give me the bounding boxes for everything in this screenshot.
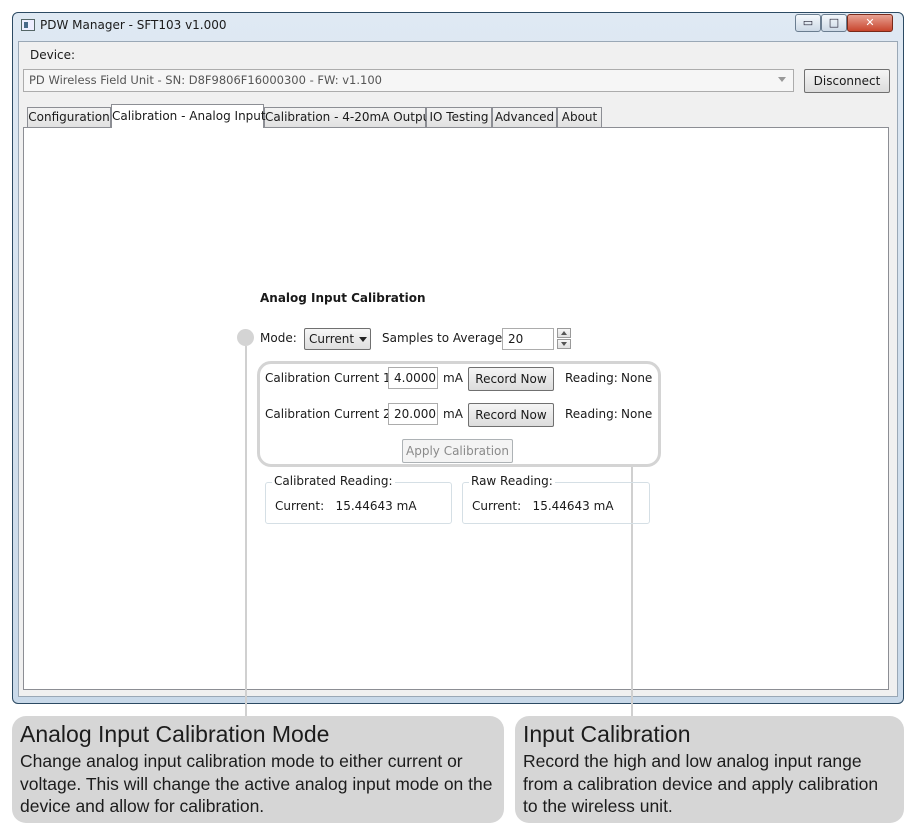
spin-up-button[interactable] bbox=[557, 328, 571, 338]
samples-input[interactable]: 20 bbox=[502, 328, 554, 350]
calibration-current-2-input[interactable]: 20.000 bbox=[388, 403, 438, 425]
chevron-down-icon[interactable] bbox=[359, 337, 367, 342]
record-now-1-button[interactable]: Record Now bbox=[468, 367, 554, 391]
tab-io-testing[interactable]: IO Testing bbox=[426, 107, 492, 127]
calibrated-reading-value: Current: 15.44643 mA bbox=[275, 499, 417, 513]
input-calibration-callout: Input Calibration Record the high and lo… bbox=[515, 716, 904, 823]
input-calibration-callout-text: Record the high and low analog input ran… bbox=[523, 751, 879, 816]
raw-reading-value: Current: 15.44643 mA bbox=[472, 499, 614, 513]
input-calibration-callout-title: Input Calibration bbox=[523, 721, 691, 747]
section-title: Analog Input Calibration bbox=[260, 291, 426, 305]
mode-callout-title: Analog Input Calibration Mode bbox=[20, 721, 330, 747]
maximize-button[interactable]: □ bbox=[821, 14, 847, 32]
device-select[interactable]: PD Wireless Field Unit - SN: D8F9806F160… bbox=[23, 69, 794, 92]
tab-about[interactable]: About bbox=[557, 107, 602, 127]
mode-callout-marker bbox=[237, 329, 254, 346]
mode-callout-leader bbox=[245, 346, 247, 716]
chevron-down-icon[interactable] bbox=[778, 77, 786, 82]
apply-calibration-button[interactable]: Apply Calibration bbox=[402, 439, 513, 463]
disconnect-button[interactable]: Disconnect bbox=[804, 69, 890, 93]
app-icon bbox=[21, 19, 35, 31]
window-title: PDW Manager - SFT103 v1.000 bbox=[40, 18, 227, 32]
samples-label: Samples to Average: bbox=[382, 331, 507, 345]
tab-calibration-analog-input[interactable]: Calibration - Analog Input bbox=[111, 104, 266, 128]
record-now-2-button[interactable]: Record Now bbox=[468, 403, 554, 427]
minimize-button[interactable]: ▭ bbox=[795, 14, 821, 32]
reading-value: None bbox=[621, 407, 653, 421]
close-button[interactable]: ✕ bbox=[847, 14, 893, 32]
spin-down-button[interactable] bbox=[557, 339, 571, 349]
tab-calibration-4-20ma-output[interactable]: Calibration - 4-20mA Output bbox=[264, 107, 435, 127]
mode-callout: Analog Input Calibration Mode Change ana… bbox=[12, 716, 504, 823]
mode-label: Mode: bbox=[260, 331, 297, 345]
reading-value: None bbox=[621, 371, 653, 385]
mode-callout-text: Change analog input calibration mode to … bbox=[20, 751, 493, 816]
tab-advanced[interactable]: Advanced bbox=[492, 107, 557, 127]
calibration-current-1-label: Calibration Current 1: bbox=[265, 371, 395, 385]
reading-label: Reading: bbox=[565, 407, 618, 421]
tab-configuration[interactable]: Configuration bbox=[27, 107, 111, 127]
calibration-current-2-label: Calibration Current 2: bbox=[265, 407, 395, 421]
reading-label: Reading: bbox=[565, 371, 618, 385]
unit-label: mA bbox=[443, 371, 463, 385]
calibrated-reading-title: Calibrated Reading: bbox=[272, 474, 395, 488]
device-label: Device: bbox=[30, 48, 76, 62]
raw-reading-title: Raw Reading: bbox=[469, 474, 555, 488]
unit-label: mA bbox=[443, 407, 463, 421]
calibration-current-1-input[interactable]: 4.0000 bbox=[388, 367, 438, 389]
